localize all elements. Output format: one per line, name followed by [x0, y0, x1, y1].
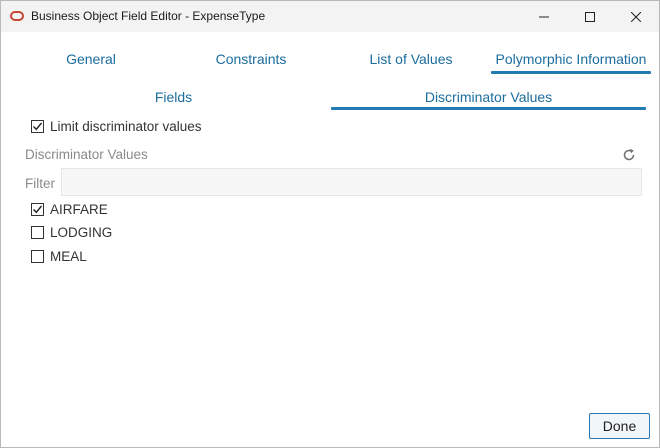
- value-checkbox-meal[interactable]: [31, 250, 44, 263]
- window-title: Business Object Field Editor - ExpenseTy…: [31, 9, 266, 23]
- tab-polymorphic-information[interactable]: Polymorphic Information: [491, 41, 651, 77]
- close-button[interactable]: [613, 1, 659, 32]
- value-row-meal[interactable]: MEAL: [31, 249, 87, 264]
- tab-list-of-values[interactable]: List of Values: [331, 41, 491, 77]
- limit-discriminator-checkbox-row[interactable]: Limit discriminator values: [31, 119, 202, 134]
- oracle-logo-icon: [10, 11, 24, 21]
- checkmark-icon: [33, 122, 43, 131]
- value-checkbox-airfare[interactable]: [31, 203, 44, 216]
- refresh-icon: [623, 148, 635, 161]
- refresh-button[interactable]: [621, 147, 637, 163]
- maximize-icon: [585, 11, 595, 22]
- value-row-lodging[interactable]: LODGING: [31, 225, 112, 240]
- minimize-icon: [539, 16, 549, 17]
- subtab-discriminator-values[interactable]: Discriminator Values: [331, 79, 646, 113]
- value-label: MEAL: [50, 249, 87, 264]
- done-button[interactable]: Done: [589, 413, 650, 439]
- maximize-button[interactable]: [567, 1, 613, 32]
- tab-constraints[interactable]: Constraints: [171, 41, 331, 77]
- discriminator-values-heading: Discriminator Values: [25, 147, 148, 162]
- minimize-button[interactable]: [521, 1, 567, 32]
- subtab-fields[interactable]: Fields: [16, 79, 331, 113]
- dialog-window: Business Object Field Editor - ExpenseTy…: [0, 0, 660, 448]
- value-label: AIRFARE: [50, 202, 108, 217]
- filter-label: Filter: [25, 176, 55, 191]
- value-label: LODGING: [50, 225, 113, 240]
- value-row-airfare[interactable]: AIRFARE: [31, 202, 108, 217]
- tab-general[interactable]: General: [11, 41, 171, 77]
- close-icon: [631, 11, 641, 22]
- limit-discriminator-label: Limit discriminator values: [50, 119, 202, 134]
- title-bar: Business Object Field Editor - ExpenseTy…: [1, 1, 659, 32]
- limit-discriminator-checkbox[interactable]: [31, 120, 44, 133]
- main-tabs: General Constraints List of Values Polym…: [11, 41, 651, 77]
- value-checkbox-lodging[interactable]: [31, 226, 44, 239]
- checkmark-icon: [33, 205, 43, 214]
- sub-tabs: Fields Discriminator Values: [16, 79, 646, 113]
- filter-input[interactable]: [61, 168, 642, 196]
